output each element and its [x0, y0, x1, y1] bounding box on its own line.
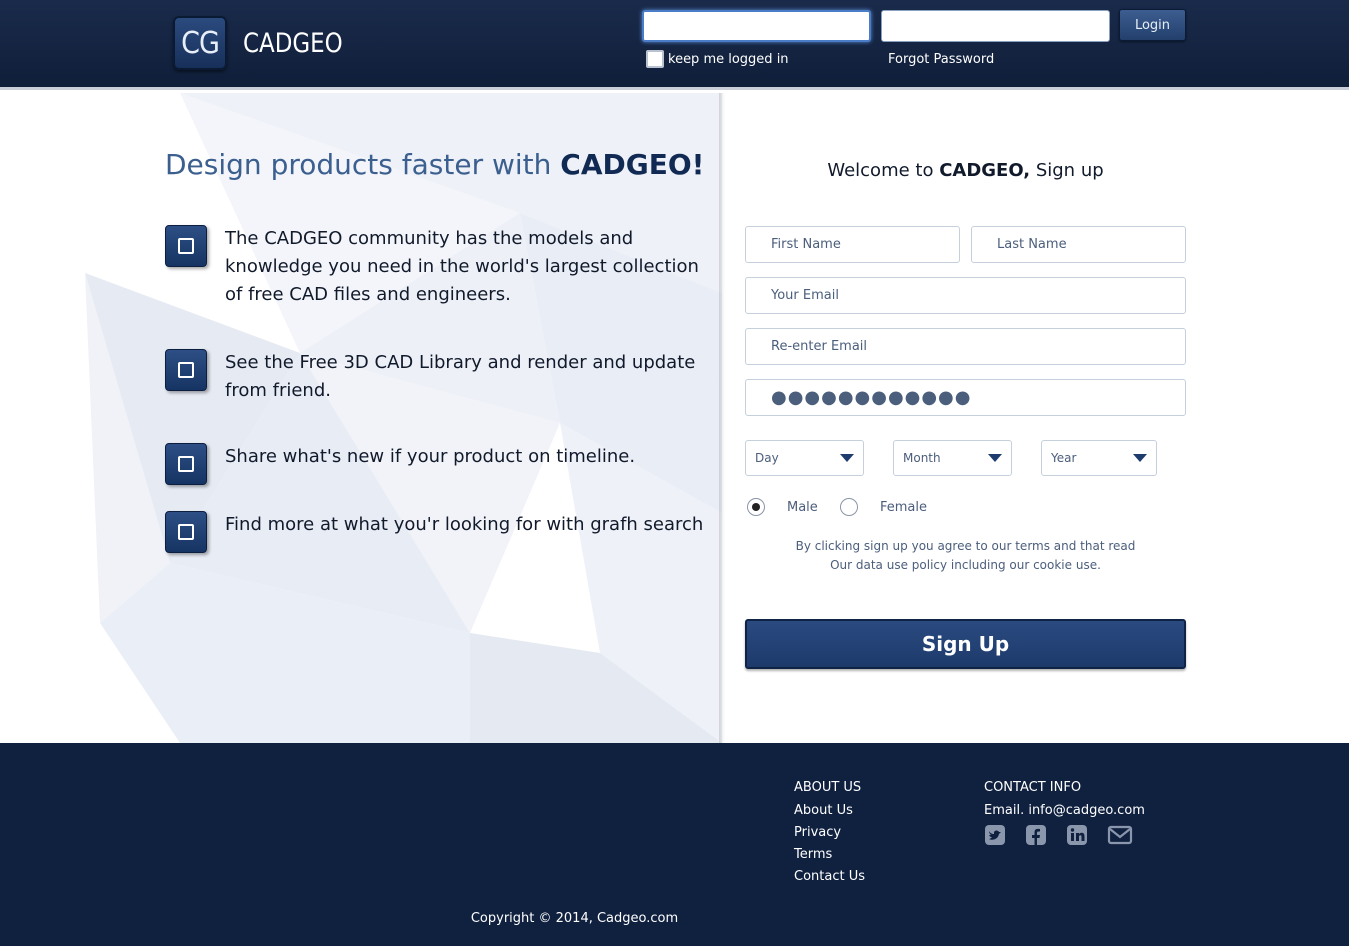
footer-link-terms[interactable]: Terms: [794, 847, 865, 862]
reenter-email-field[interactable]: Re-enter Email: [745, 328, 1186, 365]
feature-item: Find more at what you'r looking for with…: [165, 511, 705, 553]
footer: ABOUT US About Us Privacy Terms Contact …: [0, 743, 1349, 946]
contact-info-heading: CONTACT INFO: [984, 780, 1082, 795]
keep-logged-in-label: keep me logged in: [668, 51, 789, 67]
welcome-prefix: Welcome to: [827, 160, 940, 181]
twitter-icon[interactable]: [984, 824, 1006, 850]
signup-title: Welcome to CADGEO, Sign up: [745, 160, 1186, 181]
feature-item: Share what's new if your product on time…: [165, 443, 705, 485]
about-us-heading: ABOUT US: [794, 780, 862, 795]
checkbox-square-icon: [165, 349, 207, 391]
feature-item: See the Free 3D CAD Library and render a…: [165, 349, 705, 405]
feature-text: The CADGEO community has the models and …: [225, 228, 699, 305]
checkbox-square-icon: [165, 443, 207, 485]
terms-line: By clicking sign up you agree to our ter…: [795, 539, 1136, 553]
main-content: Design products faster with CADGEO! The …: [0, 93, 1349, 743]
gender-female-option[interactable]: Female: [840, 498, 927, 516]
logo-text: CADGEO: [243, 27, 343, 59]
headline-brand: CADGEO!: [560, 148, 705, 181]
panel-divider: [719, 93, 725, 743]
footer-link-contact[interactable]: Contact Us: [794, 869, 865, 884]
feature-text: Find more at what you'r looking for with…: [225, 514, 704, 535]
hero-headline: Design products faster with CADGEO!: [165, 148, 704, 181]
login-username-input[interactable]: [642, 10, 871, 42]
password-field[interactable]: ●●●●●●●●●●●●: [745, 379, 1186, 416]
polygon-background: [85, 93, 722, 743]
male-radio[interactable]: [747, 498, 765, 516]
social-links: [984, 824, 1152, 850]
welcome-suffix: Sign up: [1030, 160, 1104, 181]
last-name-field[interactable]: Last Name: [971, 226, 1186, 263]
male-label: Male: [787, 499, 818, 515]
email-field[interactable]: Your Email: [745, 277, 1186, 314]
month-select-label: Month: [903, 451, 941, 465]
female-label: Female: [880, 499, 928, 515]
checkbox-square-icon: [165, 225, 207, 267]
headline-prefix: Design products faster with: [165, 148, 561, 181]
forgot-password-link[interactable]: Forgot Password: [888, 52, 994, 67]
welcome-brand: CADGEO,: [939, 160, 1031, 181]
about-us-column: ABOUT US About Us Privacy Terms Contact …: [794, 780, 865, 891]
day-select-label: Day: [755, 451, 779, 465]
logo[interactable]: CG CADGEO: [173, 16, 360, 70]
login-password-input[interactable]: [881, 10, 1110, 42]
month-select[interactable]: Month: [893, 440, 1012, 476]
gender-male-option[interactable]: Male: [747, 498, 818, 516]
contact-info-column: CONTACT INFO Email. info@cadgeo.com: [984, 780, 1152, 850]
female-radio[interactable]: [840, 498, 858, 516]
terms-notice: By clicking sign up you agree to our ter…: [745, 537, 1186, 575]
copyright-text: Copyright © 2014, Cadgeo.com: [470, 911, 679, 926]
keep-logged-in[interactable]: keep me logged in: [646, 50, 789, 68]
year-select-label: Year: [1051, 451, 1077, 465]
sign-up-button[interactable]: Sign Up: [745, 619, 1186, 669]
footer-link-about[interactable]: About Us: [794, 803, 865, 818]
chevron-down-icon: [840, 454, 854, 462]
year-select[interactable]: Year: [1041, 440, 1157, 476]
facebook-icon[interactable]: [1025, 824, 1047, 850]
linkedin-icon[interactable]: [1066, 824, 1088, 850]
checkbox-square-icon: [165, 511, 207, 553]
terms-line: Our data use policy including our cookie…: [830, 558, 1101, 572]
hero-background: [0, 93, 722, 743]
mail-icon[interactable]: [1107, 824, 1133, 850]
chevron-down-icon: [988, 454, 1002, 462]
contact-email: Email. info@cadgeo.com: [984, 803, 1145, 818]
footer-link-privacy[interactable]: Privacy: [794, 825, 865, 840]
feature-text: Share what's new if your product on time…: [225, 446, 636, 467]
feature-text: See the Free 3D CAD Library and render a…: [225, 352, 696, 401]
top-header: CG CADGEO Login keep me logged in Forgot…: [0, 0, 1349, 90]
login-button[interactable]: Login: [1119, 9, 1186, 41]
logo-badge: CG: [173, 16, 227, 70]
keep-logged-in-checkbox[interactable]: [646, 50, 664, 68]
chevron-down-icon: [1133, 454, 1147, 462]
day-select[interactable]: Day: [745, 440, 864, 476]
feature-item: The CADGEO community has the models and …: [165, 225, 705, 309]
first-name-field[interactable]: First Name: [745, 226, 960, 263]
